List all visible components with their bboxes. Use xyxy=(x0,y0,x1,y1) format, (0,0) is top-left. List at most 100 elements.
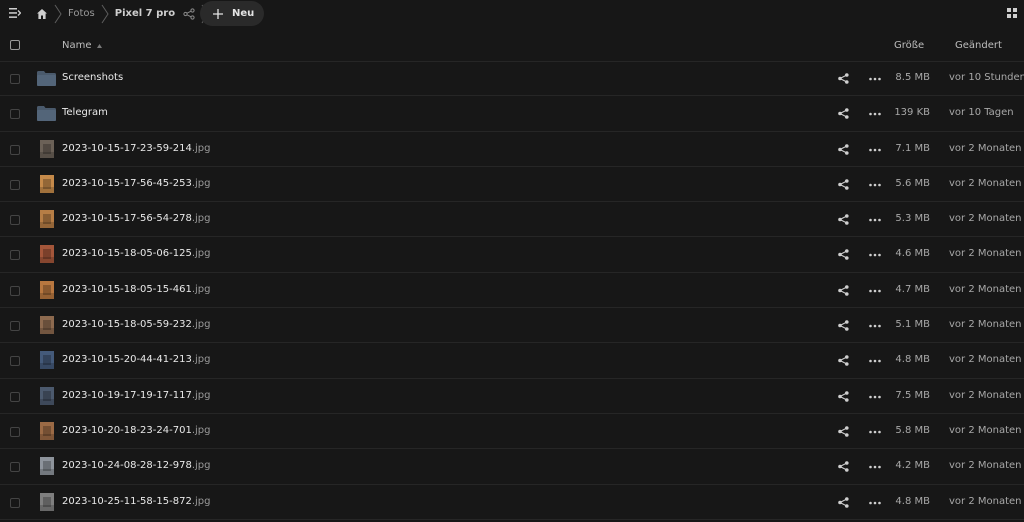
row-checkbox[interactable] xyxy=(10,321,20,332)
row-checkbox[interactable] xyxy=(10,426,20,437)
sidebar-toggle-icon[interactable] xyxy=(9,8,21,18)
file-size: 5.1 MB xyxy=(895,319,930,331)
file-basename: 2023-10-24-08-28-12-978 xyxy=(62,460,192,472)
plus-icon xyxy=(213,8,223,19)
file-modified: vor 2 Monaten xyxy=(949,495,1022,507)
file-basename: Screenshots xyxy=(62,72,124,83)
new-button[interactable]: Neu xyxy=(200,1,264,26)
file-row[interactable]: 2023-10-19-17-19-17-117.jpg 7.5 MB vor 2… xyxy=(0,379,1024,414)
image-thumbnail xyxy=(40,351,54,370)
share-icon[interactable] xyxy=(838,496,849,508)
select-all-checkbox[interactable] xyxy=(10,40,20,50)
file-name[interactable]: 2023-10-15-17-56-45-253.jpg xyxy=(62,178,210,189)
file-row[interactable]: Screenshots 8.5 MB vor 10 Stunden xyxy=(0,61,1024,97)
breadcrumb-item-fotos[interactable]: Fotos xyxy=(68,8,95,19)
file-modified: vor 2 Monaten xyxy=(949,460,1022,472)
chevron-right-icon xyxy=(54,4,62,23)
chevron-right-icon xyxy=(101,4,109,23)
share-icon[interactable] xyxy=(838,355,849,367)
home-icon[interactable] xyxy=(36,8,48,20)
more-actions-icon[interactable] xyxy=(869,112,881,116)
file-list-header: Name Größe Geändert xyxy=(0,27,1024,62)
file-row[interactable]: 2023-10-15-18-05-06-125.jpg 4.6 MB vor 2… xyxy=(0,237,1024,273)
file-size: 5.6 MB xyxy=(895,177,930,189)
breadcrumb: Fotos Pixel 7 pro xyxy=(36,0,215,27)
file-modified: vor 2 Monaten xyxy=(949,213,1022,225)
file-name[interactable]: 2023-10-15-17-56-54-278.jpg xyxy=(62,213,210,224)
file-name[interactable]: Telegram xyxy=(62,107,108,118)
file-name[interactable]: 2023-10-15-17-23-59-214.jpg xyxy=(62,143,210,154)
share-icon[interactable] xyxy=(838,179,849,190)
more-actions-icon[interactable] xyxy=(869,148,881,152)
share-icon[interactable] xyxy=(838,214,849,225)
row-checkbox[interactable] xyxy=(10,74,20,84)
share-icon[interactable] xyxy=(838,390,849,402)
share-icon[interactable] xyxy=(838,461,849,473)
file-row[interactable]: Telegram 139 KB vor 10 Tagen xyxy=(0,96,1024,132)
more-actions-icon[interactable] xyxy=(869,465,881,469)
more-actions-icon[interactable] xyxy=(869,501,881,505)
file-row[interactable]: 2023-10-15-18-05-15-461.jpg 4.7 MB vor 2… xyxy=(0,273,1024,309)
file-row[interactable]: 2023-10-15-17-56-45-253.jpg 5.6 MB vor 2… xyxy=(0,167,1024,203)
more-actions-icon[interactable] xyxy=(869,430,881,434)
row-checkbox[interactable] xyxy=(10,144,20,155)
file-row[interactable]: 2023-10-25-11-58-15-872.jpg 4.8 MB vor 2… xyxy=(0,485,1024,520)
row-checkbox[interactable] xyxy=(10,462,20,473)
more-actions-icon[interactable] xyxy=(869,324,881,328)
file-size: 4.8 MB xyxy=(895,495,930,507)
file-name[interactable]: 2023-10-20-18-23-24-701.jpg xyxy=(62,425,210,436)
file-row[interactable]: 2023-10-15-18-05-59-232.jpg 5.1 MB vor 2… xyxy=(0,308,1024,344)
share-icon[interactable] xyxy=(838,426,849,437)
share-icon[interactable] xyxy=(838,320,849,331)
file-extension: .jpg xyxy=(191,354,211,366)
file-name[interactable]: 2023-10-15-18-05-59-232.jpg xyxy=(62,319,210,330)
more-actions-icon[interactable] xyxy=(869,77,881,81)
column-header-size[interactable]: Größe xyxy=(894,40,924,51)
more-actions-icon[interactable] xyxy=(869,289,881,293)
file-row[interactable]: 2023-10-15-20-44-41-213.jpg 4.8 MB vor 2… xyxy=(0,343,1024,379)
more-actions-icon[interactable] xyxy=(869,395,881,399)
file-size: 4.2 MB xyxy=(895,460,930,472)
file-name[interactable]: 2023-10-25-11-58-15-872.jpg xyxy=(62,496,210,507)
file-extension: .jpg xyxy=(191,142,211,154)
row-checkbox[interactable] xyxy=(10,215,20,226)
row-checkbox[interactable] xyxy=(10,179,20,190)
image-thumbnail xyxy=(40,421,54,440)
more-actions-icon[interactable] xyxy=(869,359,881,363)
breadcrumb-item-current[interactable]: Pixel 7 pro xyxy=(115,8,175,19)
file-basename: 2023-10-15-18-05-59-232 xyxy=(62,319,192,331)
more-actions-icon[interactable] xyxy=(869,253,881,257)
row-checkbox[interactable] xyxy=(10,391,20,402)
row-checkbox[interactable] xyxy=(10,356,20,367)
grid-view-icon[interactable] xyxy=(1007,8,1017,18)
file-row[interactable]: 2023-10-24-08-28-12-978.jpg 4.2 MB vor 2… xyxy=(0,449,1024,485)
file-row[interactable]: 2023-10-15-17-23-59-214.jpg 7.1 MB vor 2… xyxy=(0,132,1024,167)
row-checkbox[interactable] xyxy=(10,497,20,508)
file-name[interactable]: 2023-10-15-18-05-15-461.jpg xyxy=(62,284,210,295)
share-icon[interactable] xyxy=(838,143,849,155)
row-checkbox[interactable] xyxy=(10,109,20,120)
file-name[interactable]: Screenshots xyxy=(62,72,123,83)
file-name[interactable]: 2023-10-15-20-44-41-213.jpg xyxy=(62,354,210,365)
more-actions-icon[interactable] xyxy=(869,218,881,222)
share-icon[interactable] xyxy=(838,249,849,261)
image-thumbnail xyxy=(40,210,54,229)
file-name[interactable]: 2023-10-24-08-28-12-978.jpg xyxy=(62,460,210,471)
more-actions-icon[interactable] xyxy=(869,183,881,187)
file-row[interactable]: 2023-10-15-17-56-54-278.jpg 5.3 MB vor 2… xyxy=(0,202,1024,238)
file-row[interactable]: 2023-10-20-18-23-24-701.jpg 5.8 MB vor 2… xyxy=(0,414,1024,450)
file-modified: vor 2 Monaten xyxy=(949,248,1022,260)
file-name[interactable]: 2023-10-19-17-19-17-117.jpg xyxy=(62,390,210,401)
file-basename: 2023-10-19-17-19-17-117 xyxy=(62,389,192,401)
share-icon[interactable] xyxy=(838,73,849,84)
share-icon[interactable] xyxy=(838,108,849,120)
file-name[interactable]: 2023-10-15-18-05-06-125.jpg xyxy=(62,248,210,259)
row-checkbox[interactable] xyxy=(10,285,20,296)
share-icon[interactable] xyxy=(838,284,849,296)
share-icon[interactable] xyxy=(183,7,195,20)
column-header-name[interactable]: Name xyxy=(62,40,92,51)
file-size: 4.8 MB xyxy=(895,354,930,366)
row-checkbox[interactable] xyxy=(10,250,20,261)
column-header-modified[interactable]: Geändert xyxy=(955,40,1002,51)
image-thumbnail xyxy=(40,316,54,335)
